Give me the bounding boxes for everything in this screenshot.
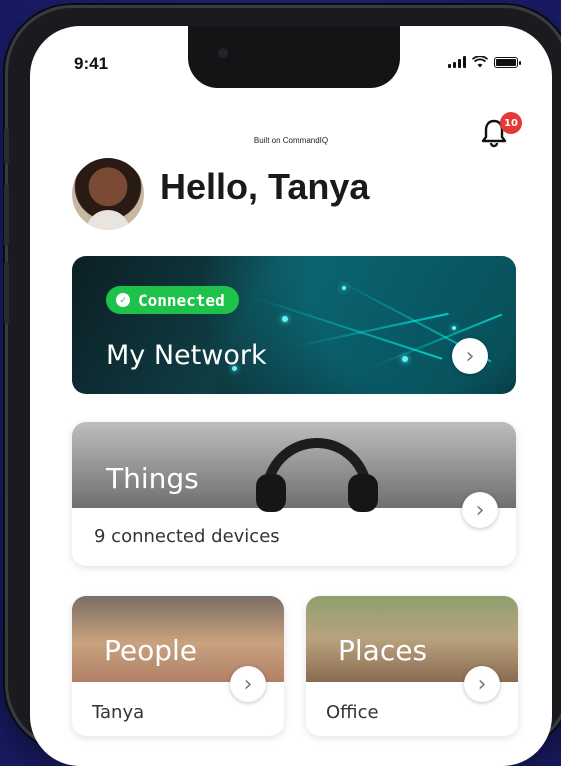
phone-frame: 9:41 10 Built on CommandIQ Hello, Tanya: [4, 8, 561, 766]
places-subtitle: Office: [326, 702, 379, 723]
my-network-card[interactable]: ✓ Connected My Network ›: [72, 256, 516, 394]
built-on-label: Built on CommandIQ: [253, 136, 329, 145]
places-title: Places: [338, 634, 428, 667]
notification-badge: 10: [500, 112, 522, 134]
things-card[interactable]: Things › 9 connected devices: [72, 422, 516, 566]
phone-side-button: [4, 128, 9, 164]
places-card[interactable]: Places › Office: [306, 596, 518, 736]
people-card[interactable]: People › Tanya: [72, 596, 284, 736]
phone-side-button: [4, 262, 9, 324]
things-subtitle: 9 connected devices: [94, 526, 280, 547]
greeting: Hello, Tanya: [160, 166, 370, 207]
app-screen: 9:41 10 Built on CommandIQ Hello, Tanya: [30, 26, 552, 766]
check-circle-icon: ✓: [116, 293, 130, 307]
connected-label: Connected: [138, 290, 225, 310]
chevron-right-icon[interactable]: ›: [230, 666, 266, 702]
people-title: People: [104, 634, 198, 667]
chevron-right-icon[interactable]: ›: [464, 666, 500, 702]
battery-icon: [494, 57, 521, 68]
status-icons: [448, 56, 521, 68]
phone-side-button: [4, 184, 9, 246]
wifi-icon: [472, 56, 488, 68]
my-network-title: My Network: [106, 340, 267, 371]
connected-status-badge: ✓ Connected: [106, 286, 239, 314]
status-time: 9:41: [74, 54, 109, 73]
people-subtitle: Tanya: [92, 702, 145, 723]
avatar[interactable]: [72, 158, 144, 230]
chevron-right-icon[interactable]: ›: [462, 492, 498, 528]
chevron-right-icon[interactable]: ›: [452, 338, 488, 374]
notch: [188, 26, 400, 88]
things-title: Things: [106, 462, 199, 495]
cellular-signal-icon: [448, 56, 466, 68]
front-camera: [218, 48, 228, 58]
